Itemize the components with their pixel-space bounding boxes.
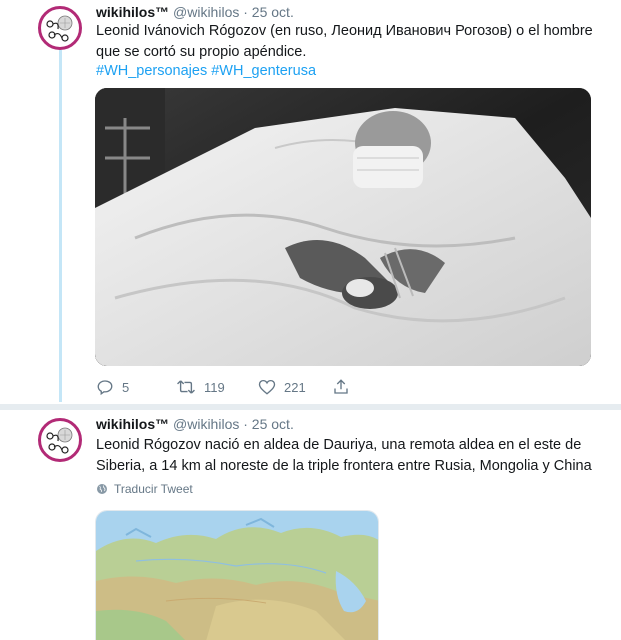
- like-button[interactable]: 221: [258, 378, 306, 396]
- reply-button[interactable]: 5: [96, 378, 129, 396]
- siberia-map: [96, 511, 378, 640]
- thread-line: [59, 50, 62, 402]
- tweet-text-line: que se cortó su propio apéndice.: [96, 44, 307, 60]
- wikihilos-logo-icon: [43, 11, 77, 45]
- tweet-text-line: Leonid Rógozov nació en aldea de Dauriya…: [96, 437, 582, 453]
- tweet-text: Leonid Rógozov nació en aldea de Dauriya…: [96, 435, 596, 477]
- avatar[interactable]: [38, 418, 82, 462]
- author-name[interactable]: wikihilos™: [96, 416, 169, 432]
- heart-icon: [258, 379, 276, 395]
- reply-count: 5: [122, 379, 130, 395]
- translate-label: Traducir Tweet: [114, 482, 193, 496]
- tweet-photo[interactable]: [95, 88, 591, 366]
- tweet-separator: [0, 404, 621, 410]
- tweet-header: wikihilos™ @wikihilos · 25 oct.: [96, 4, 294, 20]
- hashtag-link[interactable]: #WH_genterusa: [211, 63, 316, 79]
- tweet-text-line: Leonid Ivánovich Rógozov (en ruso, Леони…: [96, 23, 593, 39]
- tweet-date[interactable]: · 25 oct.: [243, 4, 294, 20]
- globe-icon: [97, 484, 107, 494]
- retweet-button[interactable]: 119: [176, 378, 225, 396]
- translate-tweet-link[interactable]: Traducir Tweet: [96, 482, 193, 496]
- author-handle[interactable]: @wikihilos: [173, 416, 239, 432]
- surgery-photo: [95, 88, 591, 366]
- wikihilos-logo-icon: [43, 423, 77, 457]
- tweet-map-image[interactable]: [95, 510, 379, 640]
- hashtag-link[interactable]: #WH_personajes: [96, 63, 207, 79]
- tweet-actions: 5 119 221: [96, 378, 396, 400]
- avatar[interactable]: [38, 6, 82, 50]
- author-handle[interactable]: @wikihilos: [173, 4, 239, 20]
- retweet-count: 119: [204, 379, 225, 395]
- tweet-header: wikihilos™ @wikihilos · 25 oct.: [96, 416, 294, 432]
- tweet-text: Leonid Ivánovich Rógozov (en ruso, Леони…: [96, 21, 596, 63]
- author-name[interactable]: wikihilos™: [96, 4, 169, 20]
- share-button[interactable]: [332, 378, 350, 396]
- tweet-text-line: Siberia, a 14 km al noreste de la triple…: [96, 458, 592, 474]
- retweet-icon: [177, 380, 195, 394]
- reply-icon: [97, 380, 113, 396]
- share-icon: [334, 379, 348, 394]
- tweet-date[interactable]: · 25 oct.: [243, 416, 294, 432]
- like-count: 221: [284, 379, 306, 395]
- hashtags: #WH_personajes #WH_genterusa: [96, 63, 320, 79]
